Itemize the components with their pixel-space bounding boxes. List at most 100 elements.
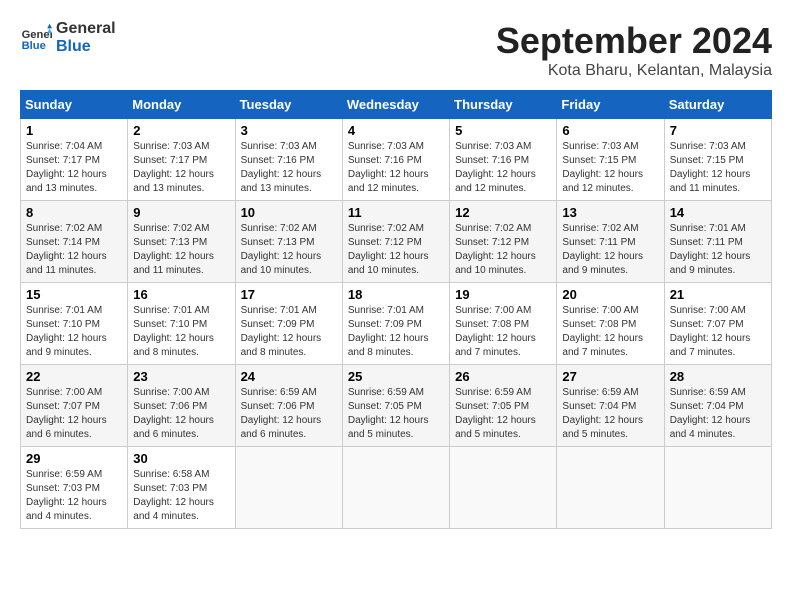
day-number: 12 bbox=[455, 205, 551, 220]
header: General Blue General Blue September 2024… bbox=[20, 20, 772, 80]
logo: General Blue General Blue bbox=[20, 20, 116, 56]
weekday-header-row: SundayMondayTuesdayWednesdayThursdayFrid… bbox=[21, 91, 772, 119]
day-detail: Sunrise: 7:02 AMSunset: 7:12 PMDaylight:… bbox=[348, 222, 444, 278]
calendar-week-0: 1Sunrise: 7:04 AMSunset: 7:17 PMDaylight… bbox=[21, 119, 772, 201]
calendar-cell-empty bbox=[342, 447, 449, 529]
calendar-cell-empty bbox=[664, 447, 771, 529]
weekday-monday: Monday bbox=[128, 91, 235, 119]
calendar-cell-7: 7Sunrise: 7:03 AMSunset: 7:15 PMDaylight… bbox=[664, 119, 771, 201]
day-detail: Sunrise: 7:02 AMSunset: 7:11 PMDaylight:… bbox=[562, 222, 658, 278]
calendar-cell-empty bbox=[557, 447, 664, 529]
day-number: 14 bbox=[670, 205, 766, 220]
day-number: 22 bbox=[26, 369, 122, 384]
location-subtitle: Kota Bharu, Kelantan, Malaysia bbox=[496, 62, 772, 80]
day-detail: Sunrise: 6:59 AMSunset: 7:04 PMDaylight:… bbox=[670, 386, 766, 442]
weekday-thursday: Thursday bbox=[450, 91, 557, 119]
day-detail: Sunrise: 6:59 AMSunset: 7:06 PMDaylight:… bbox=[241, 386, 337, 442]
calendar-cell-8: 8 Sunrise: 7:02 AMSunset: 7:14 PMDaylight… bbox=[21, 201, 128, 283]
calendar-week-4: 29 Sunrise: 6:59 AMSunset: 7:03 PMDayligh… bbox=[21, 447, 772, 529]
weekday-friday: Friday bbox=[557, 91, 664, 119]
calendar-cell-5: 5 Sunrise: 7:03 AMSunset: 7:16 PMDaylight… bbox=[450, 119, 557, 201]
day-number: 8 bbox=[26, 205, 122, 220]
day-number: 16 bbox=[133, 287, 229, 302]
calendar-cell-24: 24 Sunrise: 6:59 AMSunset: 7:06 PMDayligh… bbox=[235, 365, 342, 447]
calendar-cell-15: 15Sunrise: 7:01 AMSunset: 7:10 PMDayligh… bbox=[21, 283, 128, 365]
day-number: 5 bbox=[455, 123, 551, 138]
day-detail: Sunrise: 7:03 AMSunset: 7:15 PMDaylight:… bbox=[670, 140, 766, 196]
title-block: September 2024 Kota Bharu, Kelantan, Mal… bbox=[496, 20, 772, 80]
day-number: 26 bbox=[455, 369, 551, 384]
day-detail: Sunrise: 7:01 AMSunset: 7:11 PMDaylight:… bbox=[670, 222, 766, 278]
day-number: 19 bbox=[455, 287, 551, 302]
day-number: 21 bbox=[670, 287, 766, 302]
day-number: 24 bbox=[241, 369, 337, 384]
day-number: 17 bbox=[241, 287, 337, 302]
day-detail: Sunrise: 7:01 AMSunset: 7:09 PMDaylight:… bbox=[241, 304, 337, 360]
day-number: 29 bbox=[26, 451, 122, 466]
calendar-cell-26: 26 Sunrise: 6:59 AMSunset: 7:05 PMDayligh… bbox=[450, 365, 557, 447]
day-detail: Sunrise: 7:00 AMSunset: 7:08 PMDaylight:… bbox=[562, 304, 658, 360]
calendar-cell-13: 13 Sunrise: 7:02 AMSunset: 7:11 PMDayligh… bbox=[557, 201, 664, 283]
day-detail: Sunrise: 6:59 AMSunset: 7:05 PMDaylight:… bbox=[455, 386, 551, 442]
calendar-table: SundayMondayTuesdayWednesdayThursdayFrid… bbox=[20, 90, 772, 529]
day-number: 28 bbox=[670, 369, 766, 384]
calendar-cell-28: 28 Sunrise: 6:59 AMSunset: 7:04 PMDayligh… bbox=[664, 365, 771, 447]
day-number: 25 bbox=[348, 369, 444, 384]
day-detail: Sunrise: 7:00 AMSunset: 7:07 PMDaylight:… bbox=[670, 304, 766, 360]
day-number: 13 bbox=[562, 205, 658, 220]
day-number: 27 bbox=[562, 369, 658, 384]
calendar-cell-21: 21 Sunrise: 7:00 AMSunset: 7:07 PMDayligh… bbox=[664, 283, 771, 365]
logo-blue: Blue bbox=[56, 38, 116, 56]
day-detail: Sunrise: 7:02 AMSunset: 7:14 PMDaylight:… bbox=[26, 222, 122, 278]
calendar-cell-empty bbox=[235, 447, 342, 529]
weekday-sunday: Sunday bbox=[21, 91, 128, 119]
calendar-cell-1: 1Sunrise: 7:04 AMSunset: 7:17 PMDaylight… bbox=[21, 119, 128, 201]
day-detail: Sunrise: 7:00 AMSunset: 7:07 PMDaylight:… bbox=[26, 386, 122, 442]
month-title: September 2024 bbox=[496, 20, 772, 62]
calendar-cell-17: 17 Sunrise: 7:01 AMSunset: 7:09 PMDayligh… bbox=[235, 283, 342, 365]
calendar-week-2: 15Sunrise: 7:01 AMSunset: 7:10 PMDayligh… bbox=[21, 283, 772, 365]
day-detail: Sunrise: 7:02 AMSunset: 7:13 PMDaylight:… bbox=[133, 222, 229, 278]
calendar-week-1: 8 Sunrise: 7:02 AMSunset: 7:14 PMDaylight… bbox=[21, 201, 772, 283]
calendar-cell-30: 30Sunrise: 6:58 AMSunset: 7:03 PMDayligh… bbox=[128, 447, 235, 529]
logo-general: General bbox=[56, 20, 116, 38]
day-number: 6 bbox=[562, 123, 658, 138]
day-number: 3 bbox=[241, 123, 337, 138]
calendar-cell-22: 22 Sunrise: 7:00 AMSunset: 7:07 PMDayligh… bbox=[21, 365, 128, 447]
calendar-week-3: 22 Sunrise: 7:00 AMSunset: 7:07 PMDayligh… bbox=[21, 365, 772, 447]
day-detail: Sunrise: 7:03 AMSunset: 7:16 PMDaylight:… bbox=[455, 140, 551, 196]
day-detail: Sunrise: 7:03 AMSunset: 7:17 PMDaylight:… bbox=[133, 140, 229, 196]
day-number: 11 bbox=[348, 205, 444, 220]
day-number: 30 bbox=[133, 451, 229, 466]
day-detail: Sunrise: 7:03 AMSunset: 7:15 PMDaylight:… bbox=[562, 140, 658, 196]
calendar-cell-18: 18 Sunrise: 7:01 AMSunset: 7:09 PMDayligh… bbox=[342, 283, 449, 365]
day-detail: Sunrise: 7:03 AMSunset: 7:16 PMDaylight:… bbox=[348, 140, 444, 196]
svg-text:General: General bbox=[22, 29, 52, 41]
calendar-cell-27: 27 Sunrise: 6:59 AMSunset: 7:04 PMDayligh… bbox=[557, 365, 664, 447]
weekday-wednesday: Wednesday bbox=[342, 91, 449, 119]
day-detail: Sunrise: 7:01 AMSunset: 7:09 PMDaylight:… bbox=[348, 304, 444, 360]
day-detail: Sunrise: 6:59 AMSunset: 7:03 PMDaylight:… bbox=[26, 468, 122, 524]
day-detail: Sunrise: 6:59 AMSunset: 7:04 PMDaylight:… bbox=[562, 386, 658, 442]
day-detail: Sunrise: 7:00 AMSunset: 7:08 PMDaylight:… bbox=[455, 304, 551, 360]
day-detail: Sunrise: 7:01 AMSunset: 7:10 PMDaylight:… bbox=[26, 304, 122, 360]
day-detail: Sunrise: 6:59 AMSunset: 7:05 PMDaylight:… bbox=[348, 386, 444, 442]
calendar-cell-6: 6 Sunrise: 7:03 AMSunset: 7:15 PMDaylight… bbox=[557, 119, 664, 201]
day-number: 20 bbox=[562, 287, 658, 302]
day-number: 2 bbox=[133, 123, 229, 138]
calendar-cell-12: 12Sunrise: 7:02 AMSunset: 7:12 PMDayligh… bbox=[450, 201, 557, 283]
calendar-cell-9: 9Sunrise: 7:02 AMSunset: 7:13 PMDaylight… bbox=[128, 201, 235, 283]
weekday-tuesday: Tuesday bbox=[235, 91, 342, 119]
calendar-cell-20: 20 Sunrise: 7:00 AMSunset: 7:08 PMDayligh… bbox=[557, 283, 664, 365]
calendar-cell-3: 3Sunrise: 7:03 AMSunset: 7:16 PMDaylight… bbox=[235, 119, 342, 201]
calendar-cell-empty bbox=[450, 447, 557, 529]
weekday-saturday: Saturday bbox=[664, 91, 771, 119]
day-detail: Sunrise: 7:00 AMSunset: 7:06 PMDaylight:… bbox=[133, 386, 229, 442]
calendar-cell-29: 29 Sunrise: 6:59 AMSunset: 7:03 PMDayligh… bbox=[21, 447, 128, 529]
day-detail: Sunrise: 7:02 AMSunset: 7:13 PMDaylight:… bbox=[241, 222, 337, 278]
day-number: 18 bbox=[348, 287, 444, 302]
logo-icon: General Blue bbox=[20, 22, 52, 54]
day-number: 23 bbox=[133, 369, 229, 384]
day-number: 1 bbox=[26, 123, 122, 138]
calendar-cell-23: 23 Sunrise: 7:00 AMSunset: 7:06 PMDayligh… bbox=[128, 365, 235, 447]
